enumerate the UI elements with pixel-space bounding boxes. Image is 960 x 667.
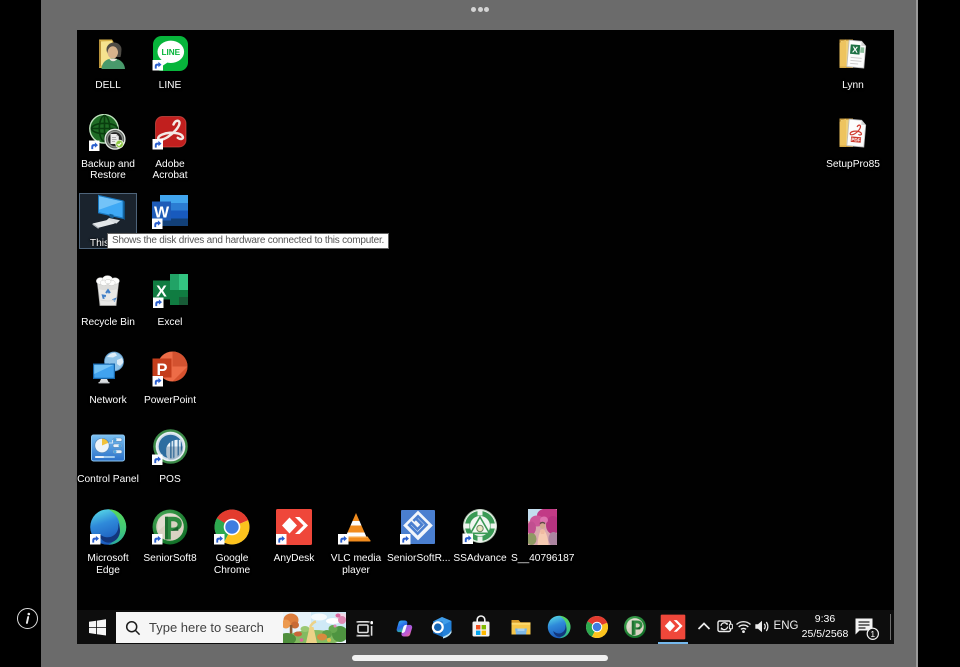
svg-text:LINE: LINE <box>161 48 180 57</box>
svg-text:PDF: PDF <box>851 137 861 143</box>
svg-text:1: 1 <box>870 629 875 639</box>
